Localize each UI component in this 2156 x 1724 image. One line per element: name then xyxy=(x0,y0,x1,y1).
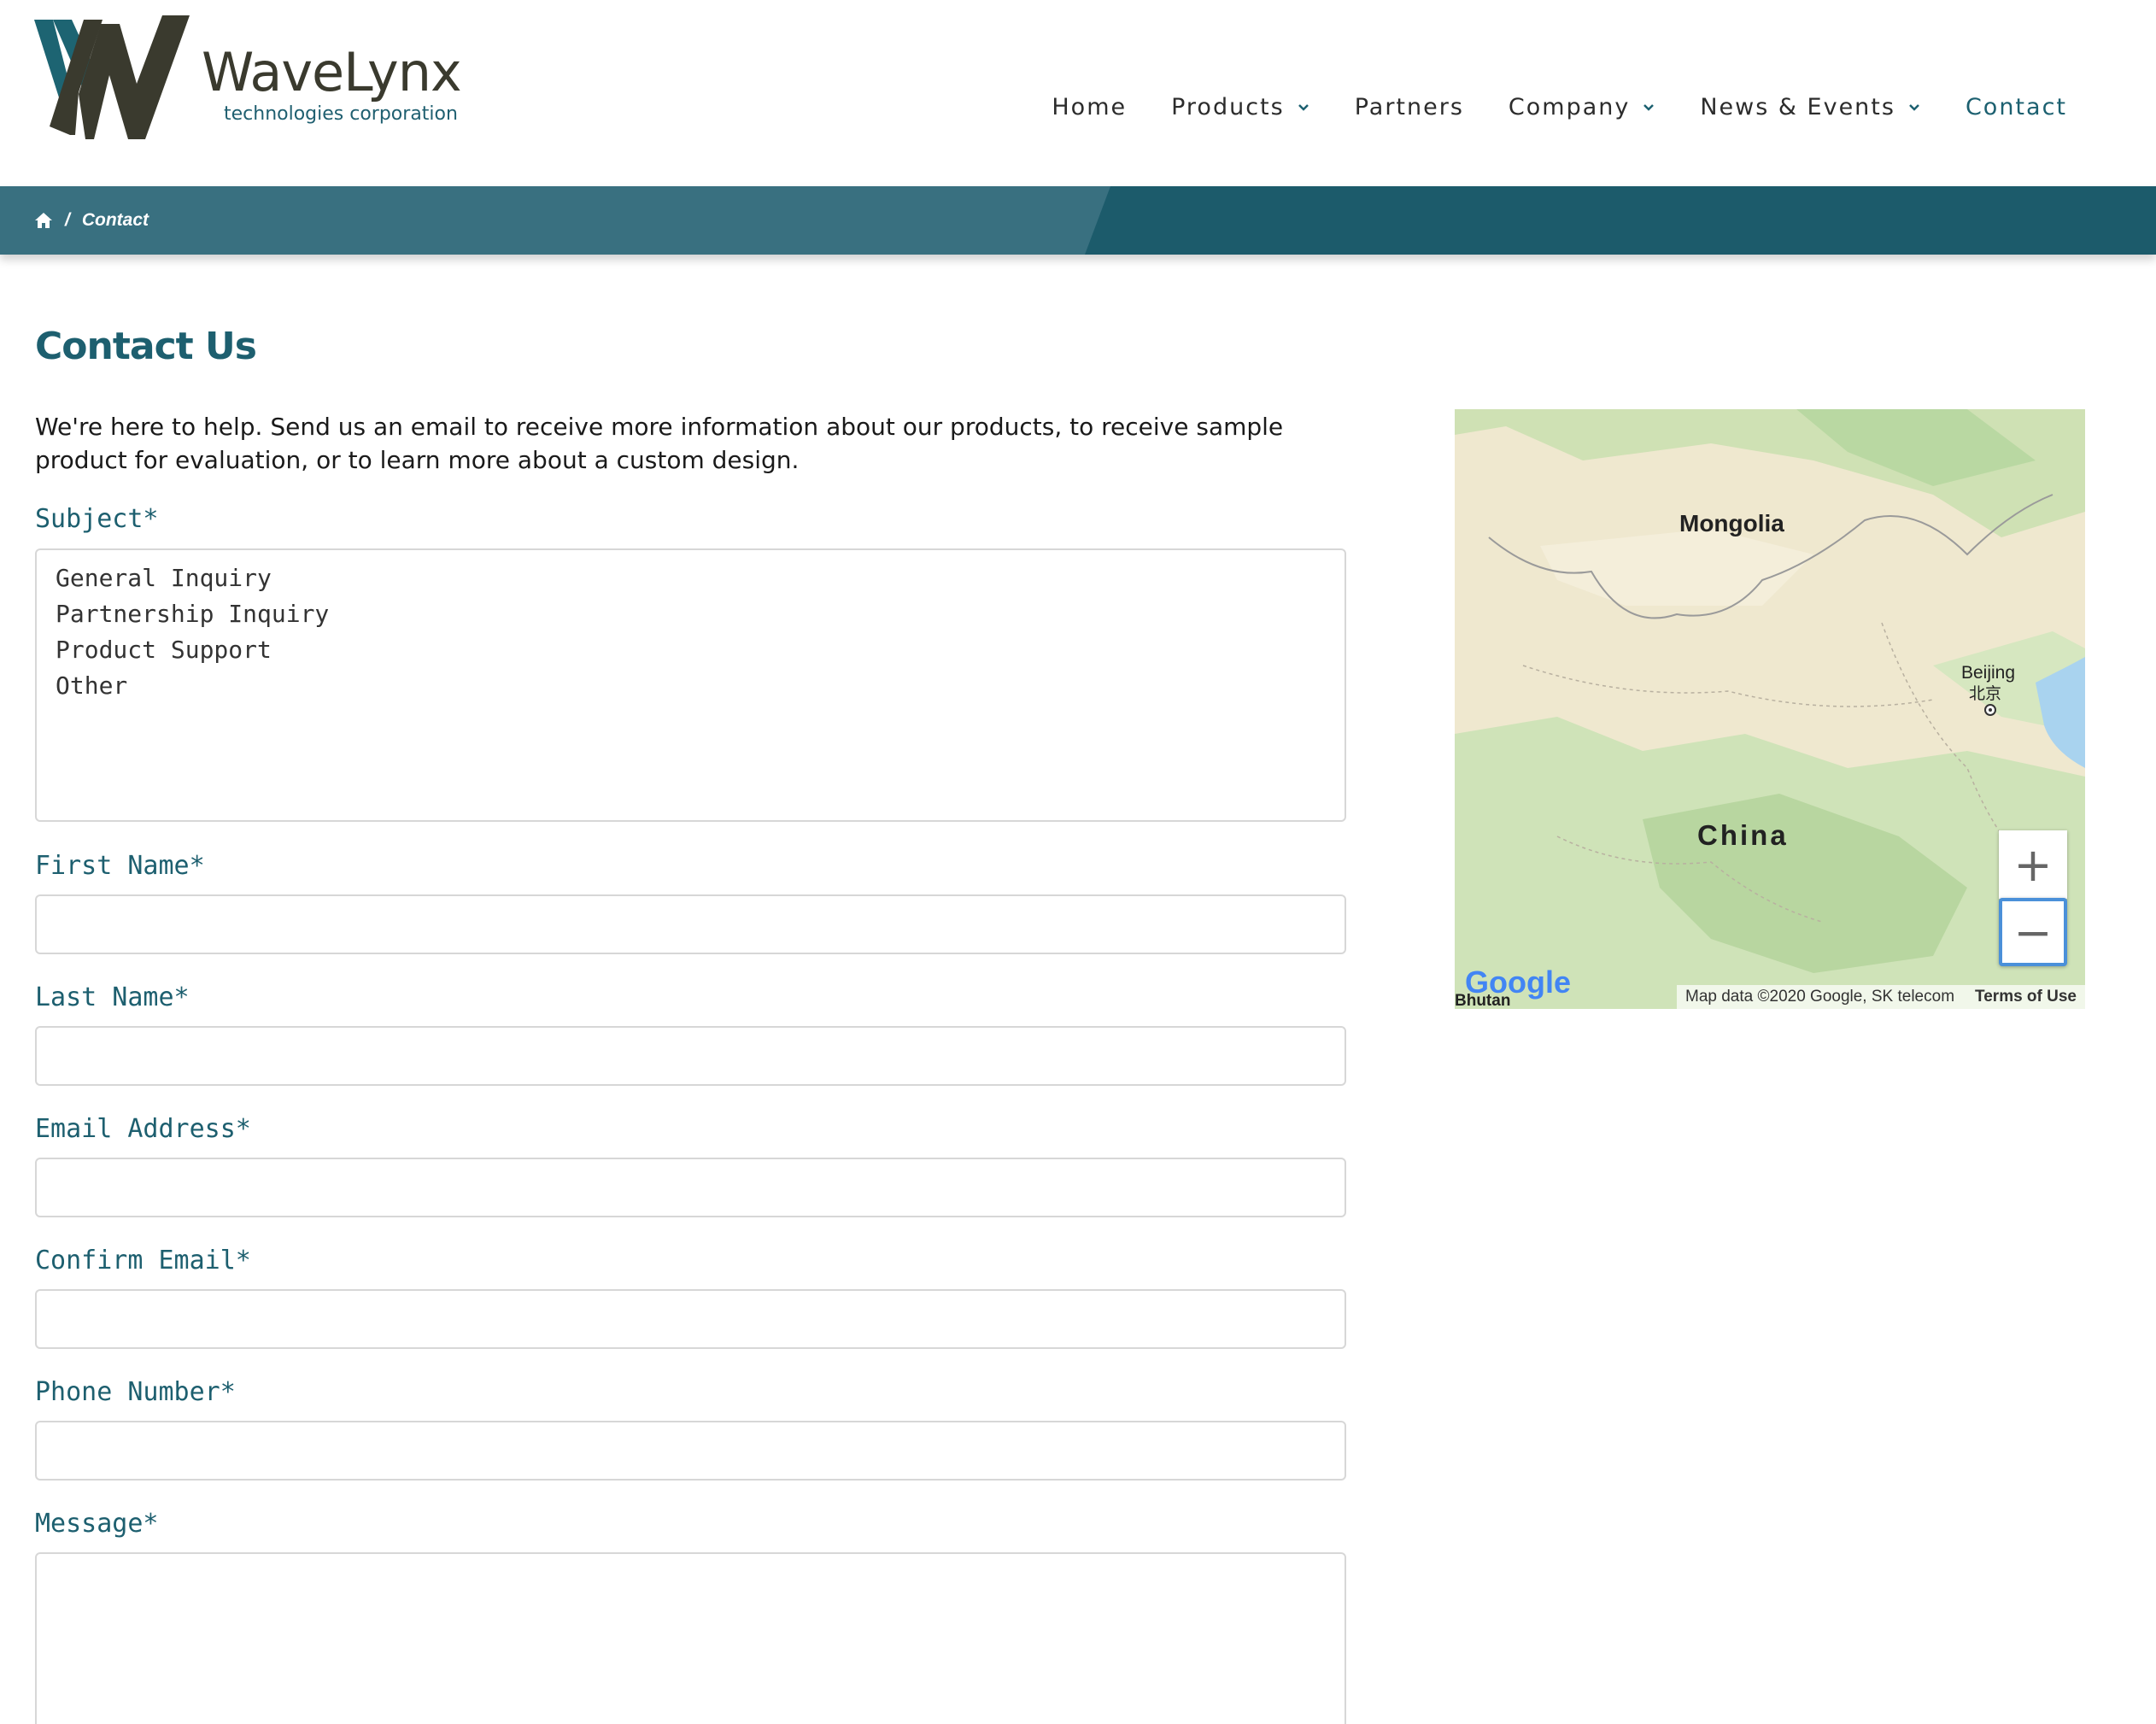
nav-partners[interactable]: Partners xyxy=(1355,94,1464,120)
chevron-down-icon xyxy=(1643,103,1655,111)
zoom-out-button[interactable]: − xyxy=(1999,898,2067,966)
nav-home-label: Home xyxy=(1052,94,1128,120)
chevron-down-icon xyxy=(1909,103,1919,111)
home-icon[interactable] xyxy=(34,212,53,229)
nav-contact-label: Contact xyxy=(1965,94,2067,120)
intro-text: We're here to help. Send us an email to … xyxy=(35,413,1284,474)
map-label-china: China xyxy=(1697,819,1789,851)
subject-option[interactable]: Partnership Inquiry xyxy=(56,596,1326,632)
last-name-label: Last Name* xyxy=(35,982,190,1012)
map-attribution: Map data ©2020 Google, SK telecom xyxy=(1685,988,1955,1006)
brand-tagline: technologies corporation xyxy=(224,103,458,125)
nav-products[interactable]: Products xyxy=(1171,94,1310,120)
map-label-beijing-zh: 北京 xyxy=(1969,684,2002,703)
phone-field[interactable] xyxy=(35,1421,1346,1481)
confirm-email-field[interactable] xyxy=(35,1289,1346,1349)
breadcrumb-current: Contact xyxy=(81,210,149,230)
map-label-mongolia: Mongolia xyxy=(1679,510,1784,537)
message-label: Message* xyxy=(35,1509,159,1539)
map-terrain xyxy=(1455,409,2085,1009)
last-name-field[interactable] xyxy=(35,1026,1346,1086)
google-logo[interactable]: Google xyxy=(1465,965,1571,1000)
brand-name: WaveLynx xyxy=(202,41,462,103)
logo-mark-icon xyxy=(34,15,190,139)
page-title: Contact Us xyxy=(35,325,257,368)
breadcrumb-separator: / xyxy=(65,210,70,230)
nav-news-events-label: News & Events xyxy=(1700,94,1895,120)
breadcrumb: / Contact xyxy=(34,186,149,255)
first-name-label: First Name* xyxy=(35,851,205,881)
google-map[interactable]: Mongolia Beijing 北京 China Bhutan + − Goo… xyxy=(1455,409,2085,1009)
email-field[interactable] xyxy=(35,1158,1346,1217)
nav-products-label: Products xyxy=(1171,94,1285,120)
map-attribution-bar: Map data ©2020 Google, SK telecom Terms … xyxy=(1677,985,2085,1009)
site-header: WaveLynx technologies corporation Home P… xyxy=(0,0,2156,186)
subject-label: Subject* xyxy=(35,504,159,534)
nav-company[interactable]: Company xyxy=(1509,94,1655,120)
subject-option[interactable]: General Inquiry xyxy=(56,560,1326,596)
subject-option[interactable]: Other xyxy=(56,668,1326,704)
subject-select[interactable]: General Inquiry Partnership Inquiry Prod… xyxy=(35,548,1346,822)
nav-company-label: Company xyxy=(1508,94,1631,120)
first-name-field[interactable] xyxy=(35,894,1346,954)
nav-partners-label: Partners xyxy=(1354,94,1464,120)
confirm-email-label: Confirm Email* xyxy=(35,1246,251,1275)
wavelynx-logo[interactable]: WaveLynx technologies corporation xyxy=(34,15,462,144)
email-label: Email Address* xyxy=(35,1114,251,1144)
message-textarea[interactable] xyxy=(35,1552,1346,1724)
zoom-in-button[interactable]: + xyxy=(1999,830,2067,899)
breadcrumb-band: / Contact xyxy=(0,186,2156,255)
main-nav: Home Products Partners Company News & Ev… xyxy=(1007,94,2067,120)
chevron-down-icon xyxy=(1298,103,1309,111)
nav-contact[interactable]: Contact xyxy=(1966,94,2067,120)
band-highlight xyxy=(0,186,1110,255)
terms-of-use-link[interactable]: Terms of Use xyxy=(1975,988,2077,1006)
subject-option[interactable]: Product Support xyxy=(56,632,1326,668)
nav-home[interactable]: Home xyxy=(1052,94,1127,120)
nav-news-events[interactable]: News & Events xyxy=(1700,94,1921,120)
phone-label: Phone Number* xyxy=(35,1377,236,1407)
